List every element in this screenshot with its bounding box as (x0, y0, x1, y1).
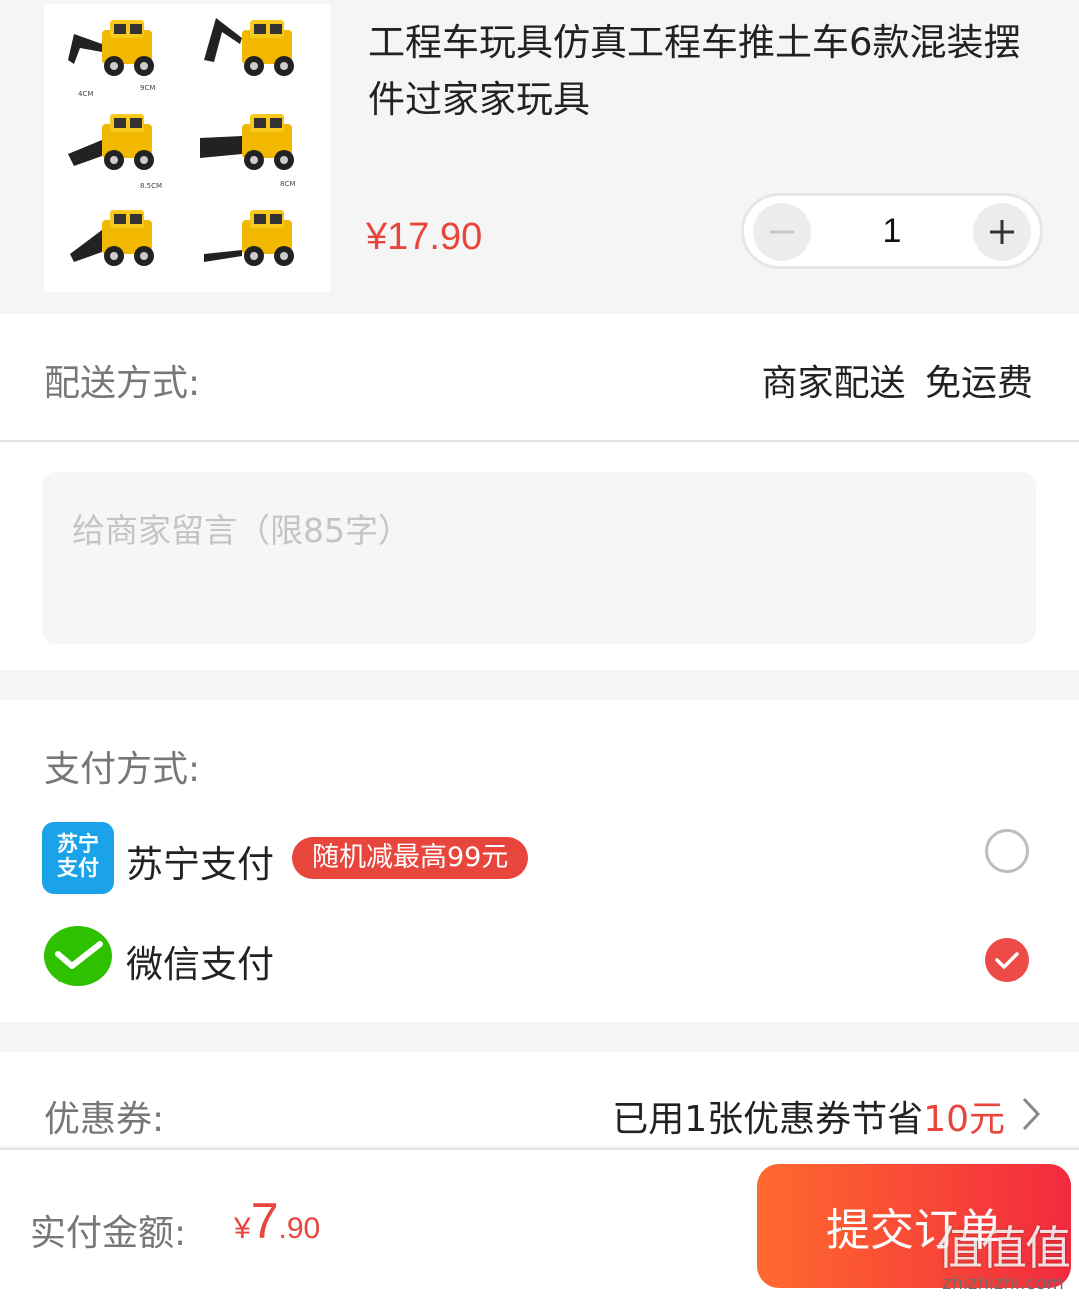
watermark-logo: 值值值 (937, 1221, 1071, 1275)
suning-icon-text: 苏宁支付 (57, 832, 99, 880)
checkout-bar: 实付金额: ¥7.90 提交订单 值值值 zhizhizhi.com (0, 1148, 1079, 1300)
suning-pay-icon: 苏宁支付 (42, 822, 114, 894)
total-decimal: .90 (278, 1212, 321, 1245)
increase-button[interactable] (973, 203, 1031, 261)
suning-pay-label: 苏宁支付 (126, 843, 274, 886)
total-integer: 7 (250, 1193, 279, 1249)
plus-icon (990, 220, 1014, 244)
product-price: ¥17.90 (366, 216, 483, 258)
payment-option-suning[interactable]: 苏宁支付 苏宁支付 随机减最高99元 (0, 820, 1079, 900)
product-title[interactable]: 工程车玩具仿真工程车推土车6款混装摆件过家家玩具 (368, 14, 1038, 128)
wechat-pay-label: 微信支付 (126, 943, 274, 986)
watermark: 值值值 zhizhizhi.com (937, 1221, 1071, 1294)
svg-text:8CM: 8CM (280, 180, 295, 188)
coupon-value-text: 已用1张优惠券节省 (612, 1099, 924, 1140)
check-icon (995, 952, 1019, 969)
svg-text:9CM: 9CM (140, 84, 155, 92)
promo-badge: 随机减最高99元 (292, 837, 529, 879)
total-amount: ¥7.90 (234, 1192, 320, 1250)
wechat-pay-icon (42, 922, 114, 994)
product-card: 4CM 9CM 8.5CM 8CM 工程车玩具仿真工程车推土车6款混装摆件过家家… (0, 0, 1079, 312)
delivery-label: 配送方式: (44, 363, 201, 404)
delivery-value: 商家配送 免运费 (761, 363, 1033, 404)
payment-option-wechat[interactable]: 微信支付 (0, 920, 1079, 1000)
total-label: 实付金额: (30, 1213, 187, 1254)
toy-trucks-illustration: 4CM 9CM 8.5CM 8CM (68, 18, 295, 266)
total-currency: ¥ (234, 1212, 251, 1245)
message-input[interactable]: 给商家留言（限85字） (42, 472, 1036, 644)
watermark-domain: zhizhizhi.com (942, 1273, 1064, 1294)
svg-text:4CM: 4CM (78, 90, 93, 98)
quantity-stepper: 1 (741, 193, 1043, 269)
payment-label: 支付方式: (44, 749, 201, 790)
message-placeholder: 给商家留言（限85字） (72, 511, 411, 550)
coupon-label: 优惠券: (44, 1099, 165, 1140)
svg-text:8.5CM: 8.5CM (140, 182, 162, 190)
coupon-value[interactable]: 已用1张优惠券节省10元 (612, 1090, 1005, 1142)
chevron-right-icon[interactable] (1019, 1094, 1043, 1134)
coupon-saving: 10元 (923, 1099, 1005, 1140)
suning-radio[interactable] (985, 829, 1029, 873)
wechat-radio-checked[interactable] (985, 938, 1029, 982)
product-image[interactable]: 4CM 9CM 8.5CM 8CM (44, 4, 330, 292)
